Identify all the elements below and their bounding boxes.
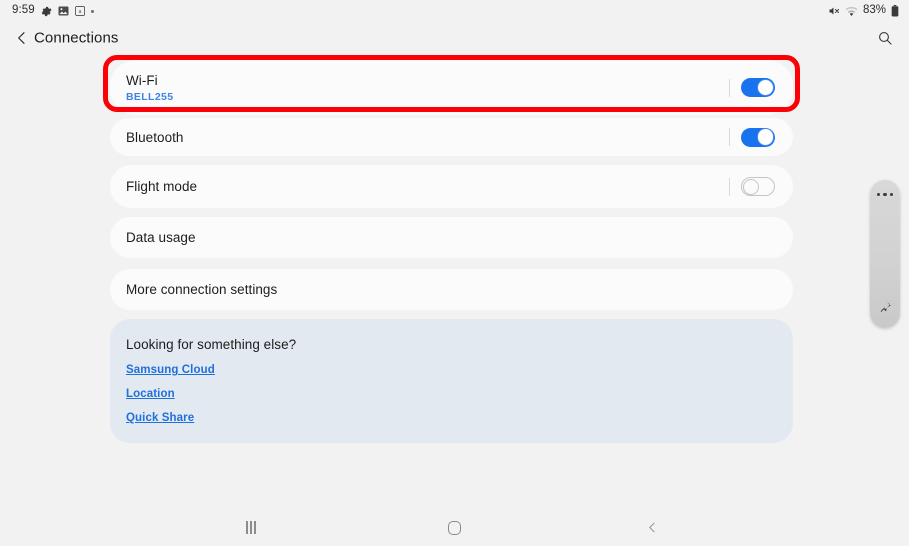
- wifi-icon: [845, 6, 858, 17]
- settings-row-data-usage-texts: Data usage: [126, 230, 775, 245]
- flight-mode-toggle-switch[interactable]: [741, 177, 775, 196]
- app-bar: Connections: [0, 22, 909, 54]
- screenshot-icon: a: [74, 6, 85, 16]
- info-link-location[interactable]: Location: [126, 388, 793, 400]
- settings-row-flight-mode-title: Flight mode: [126, 179, 198, 194]
- home-icon[interactable]: [430, 513, 478, 543]
- page-title: Connections: [34, 29, 119, 47]
- settings-row-wifi-title: Wi-Fi: [126, 72, 158, 88]
- settings-row-data-usage-title: Data usage: [126, 230, 196, 245]
- bluetooth-toggle-switch[interactable]: [741, 127, 775, 147]
- edge-panel-dots-icon: [876, 193, 894, 197]
- toggle-divider: [729, 128, 730, 146]
- bluetooth-toggle-group: [729, 127, 775, 147]
- settings-row-flight-mode-texts: Flight mode: [126, 179, 729, 194]
- info-link-quick-share[interactable]: Quick Share: [126, 412, 793, 424]
- toggle-divider: [729, 78, 730, 97]
- device-screen: 9:59 a 83% Connections Wi-Fi BELL255 Blu…: [0, 0, 909, 546]
- more-dot-icon: [90, 9, 94, 13]
- settings-row-more-title: More connection settings: [126, 282, 278, 297]
- settings-row-wifi-texts: Wi-Fi BELL255: [126, 73, 729, 103]
- status-bar-right: 83%: [828, 5, 899, 17]
- battery-percent-label: 83%: [862, 4, 886, 17]
- settings-row-bluetooth-texts: Bluetooth: [126, 130, 729, 145]
- settings-row-more-texts: More connection settings: [126, 282, 775, 297]
- pin-icon[interactable]: [879, 300, 892, 319]
- svg-text:a: a: [78, 9, 81, 15]
- settings-row-flight-mode[interactable]: Flight mode: [110, 165, 793, 208]
- settings-row-data-usage[interactable]: Data usage: [110, 217, 793, 258]
- battery-icon: [891, 5, 899, 17]
- mute-icon: [828, 5, 840, 17]
- recents-icon[interactable]: [227, 513, 275, 543]
- info-panel-heading: Looking for something else?: [126, 337, 297, 352]
- wifi-toggle-switch[interactable]: [741, 78, 775, 97]
- info-link-samsung-cloud[interactable]: Samsung Cloud: [126, 364, 793, 376]
- status-bar-left: 9:59 a: [12, 5, 94, 17]
- photo-icon: [58, 6, 69, 16]
- status-bar: 9:59 a 83%: [0, 0, 909, 22]
- settings-row-more-connection-settings[interactable]: More connection settings: [110, 269, 793, 310]
- settings-row-wifi[interactable]: Wi-Fi BELL255: [110, 60, 793, 115]
- settings-gear-icon: [41, 6, 52, 17]
- settings-row-bluetooth[interactable]: Bluetooth: [110, 118, 793, 156]
- back-icon[interactable]: [628, 513, 676, 543]
- settings-row-bluetooth-title: Bluetooth: [126, 129, 184, 145]
- looking-for-something-else-panel: Looking for something else? Samsung Clou…: [110, 319, 793, 443]
- navigation-bar: [0, 509, 909, 546]
- wifi-toggle-group: [729, 78, 775, 97]
- back-arrow-icon[interactable]: [10, 26, 34, 50]
- settings-row-wifi-subtitle: BELL255: [126, 90, 174, 103]
- toggle-divider: [729, 177, 730, 196]
- flight-mode-toggle-group: [729, 177, 775, 196]
- search-icon[interactable]: [873, 26, 897, 50]
- edge-panel-handle[interactable]: [870, 180, 900, 328]
- status-clock: 9:59: [12, 4, 35, 17]
- settings-list: Wi-Fi BELL255 Bluetooth Flight mode Data…: [0, 54, 909, 509]
